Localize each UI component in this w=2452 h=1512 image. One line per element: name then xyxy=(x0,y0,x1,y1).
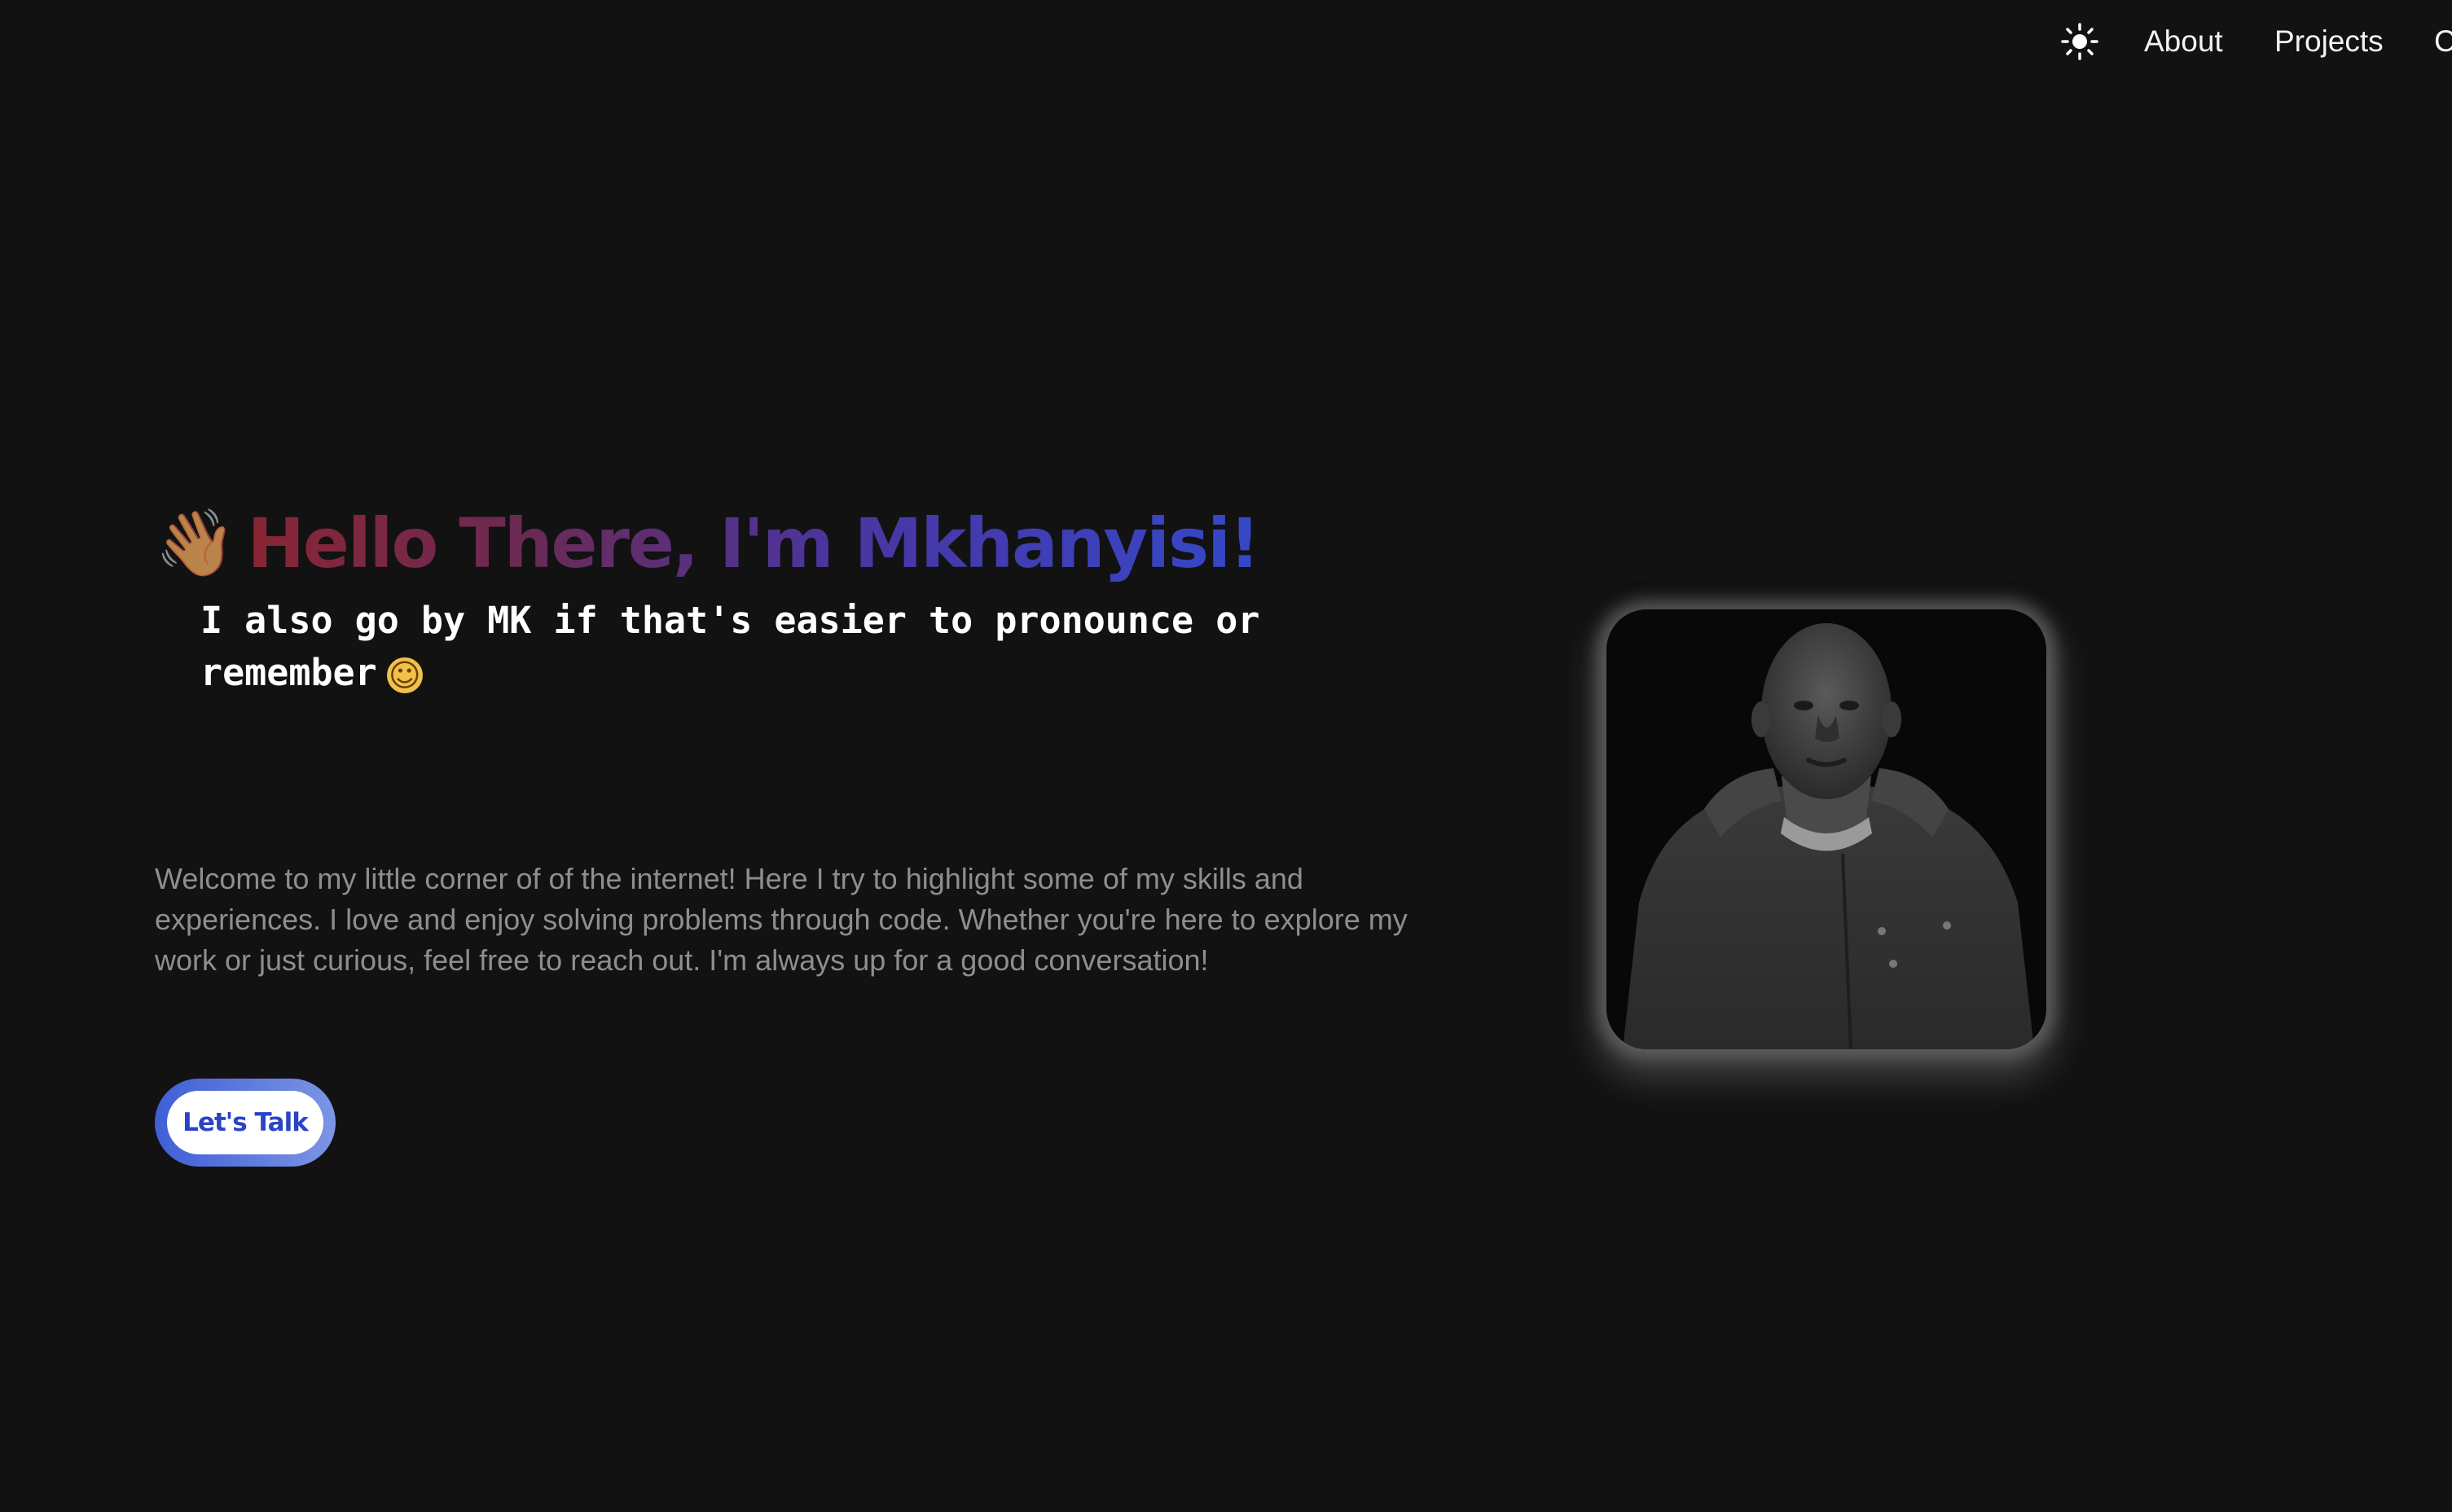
hero-title: Hello There, I'm Mkhanyisi! xyxy=(247,503,1261,583)
hero-heading: 👋 Hello There, I'm Mkhanyisi! xyxy=(155,499,1261,588)
grinning-face-icon: ☺ xyxy=(386,657,423,693)
hero-subtitle-text: I also go by MK if that's easier to pron… xyxy=(200,599,1260,694)
lets-talk-button[interactable]: Let's Talk xyxy=(155,1079,336,1167)
sun-icon xyxy=(2061,23,2098,60)
waving-hand-icon: 👋 xyxy=(155,507,236,579)
page: About Projects Contact 👋 Hello There, I'… xyxy=(0,0,2452,1512)
nav-link-contact[interactable]: Contact xyxy=(2434,20,2452,64)
person-portrait-image xyxy=(1606,609,2046,1049)
nav-link-projects[interactable]: Projects xyxy=(2274,20,2384,64)
intro-paragraph: Welcome to my little corner of of the in… xyxy=(155,862,1408,977)
profile-photo xyxy=(1606,609,2046,1049)
theme-toggle-button[interactable] xyxy=(2058,20,2102,64)
lets-talk-label: Let's Talk xyxy=(167,1091,323,1154)
nav-link-about[interactable]: About xyxy=(2144,20,2223,64)
hero-subtitle: I also go by MK if that's easier to pron… xyxy=(200,595,1276,699)
